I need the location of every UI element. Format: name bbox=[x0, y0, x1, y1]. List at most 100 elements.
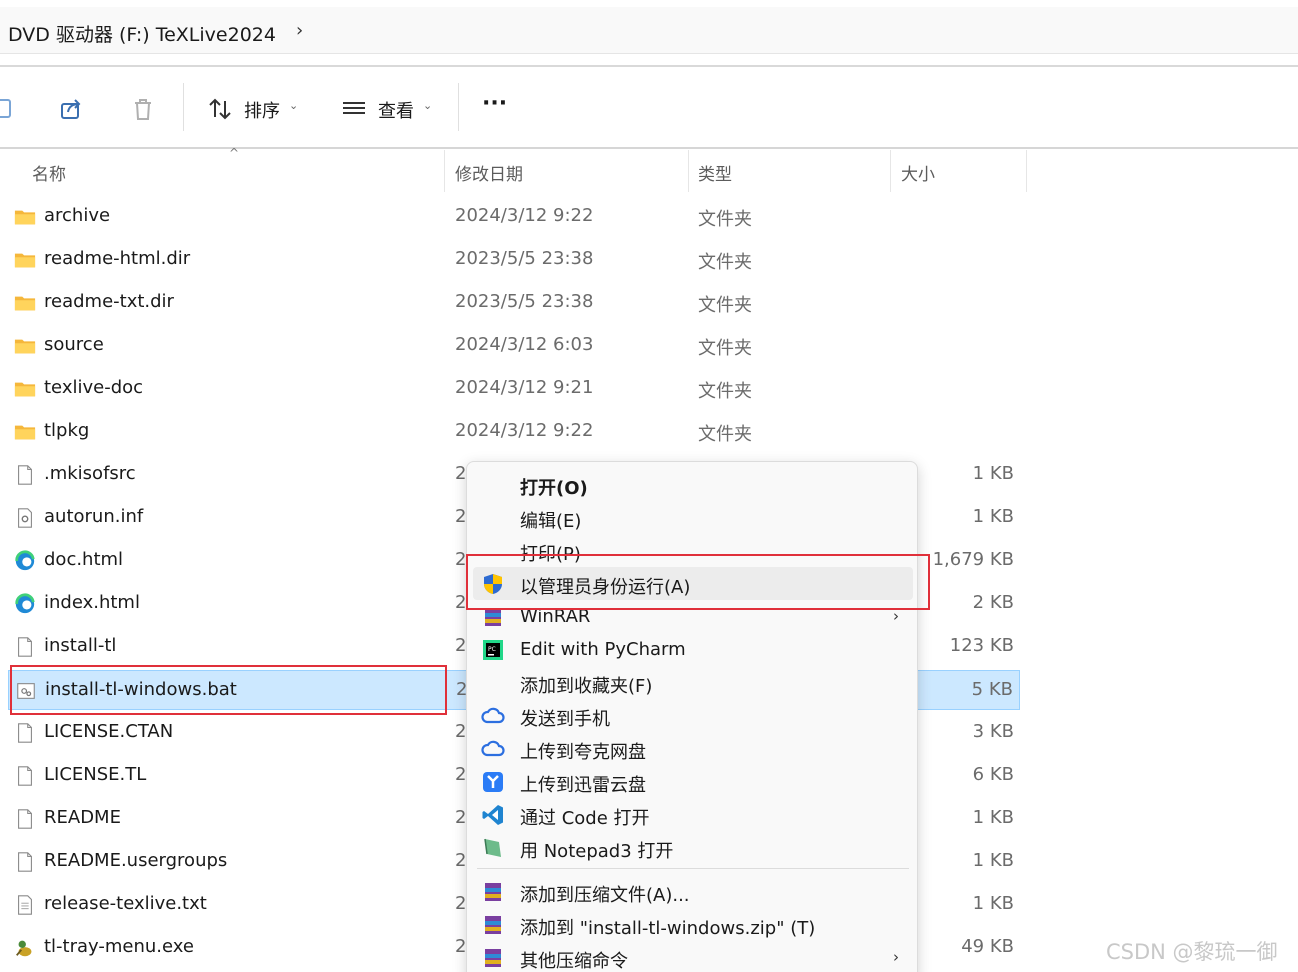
toolbar-divider bbox=[183, 83, 184, 131]
file-size: 6 KB bbox=[972, 764, 1014, 785]
edge-icon bbox=[15, 593, 35, 614]
file-date: 2 bbox=[455, 635, 467, 656]
file-type: 文件夹 bbox=[698, 338, 752, 359]
menu-item[interactable]: 添加到压缩文件(A)... bbox=[473, 875, 913, 908]
file-date: 2024/3/12 9:21 bbox=[455, 377, 594, 398]
menu-item-label: 打开(O) bbox=[520, 478, 588, 499]
file-name: LICENSE.CTAN bbox=[44, 721, 174, 742]
menu-item-label: 用 Notepad3 打开 bbox=[520, 841, 674, 862]
chevron-right-icon: › bbox=[893, 948, 899, 966]
folder-icon bbox=[14, 339, 36, 354]
file-date: 2 bbox=[455, 936, 467, 957]
column-date[interactable]: 修改日期 bbox=[455, 160, 523, 185]
file-row[interactable]: archive 2024/3/12 9:22 文件夹 bbox=[8, 197, 1020, 237]
pycharm-icon: PC bbox=[483, 640, 503, 660]
file-size: 1 KB bbox=[972, 893, 1014, 914]
sort-button[interactable]: 排序 bbox=[244, 97, 280, 123]
file-size: 1 KB bbox=[972, 850, 1014, 871]
sort-icon[interactable] bbox=[206, 95, 234, 123]
winrar-icon bbox=[485, 883, 501, 901]
winrar-icon bbox=[485, 949, 501, 967]
notepad3-icon bbox=[484, 838, 501, 857]
folder-icon bbox=[14, 210, 36, 225]
menu-item-label: 添加到收藏夹(F) bbox=[520, 676, 653, 697]
more-options-button[interactable]: ··· bbox=[482, 91, 507, 116]
column-separator[interactable] bbox=[1026, 150, 1027, 192]
svg-text:PC: PC bbox=[488, 646, 496, 653]
menu-item-label: 其他压缩命令 bbox=[520, 951, 628, 972]
view-button[interactable]: 查看 bbox=[378, 97, 414, 123]
file-type: 文件夹 bbox=[698, 424, 752, 445]
address-bar-area: DVD 驱动器 (F:) TeXLive2024 › bbox=[0, 0, 1298, 58]
menu-item-label: 上传到迅雷云盘 bbox=[520, 775, 646, 796]
chevron-down-icon[interactable]: ⌄ bbox=[423, 99, 432, 112]
menu-item[interactable]: 用 Notepad3 打开 bbox=[473, 831, 913, 864]
file-date: 2 bbox=[455, 463, 467, 484]
file-row[interactable]: tlpkg 2024/3/12 9:22 文件夹 bbox=[8, 412, 1020, 452]
file-name: tl-tray-menu.exe bbox=[44, 936, 194, 957]
menu-item[interactable]: 通过 Code 打开 bbox=[473, 798, 913, 831]
file-date: 2 bbox=[455, 893, 467, 914]
column-size[interactable]: 大小 bbox=[901, 160, 935, 185]
file-date: 2024/3/12 9:22 bbox=[455, 205, 594, 226]
menu-item[interactable]: 编辑(E) bbox=[473, 501, 913, 534]
menu-item[interactable]: 打开(O) bbox=[473, 468, 913, 501]
menu-item-label: 发送到手机 bbox=[520, 709, 610, 730]
file-name: doc.html bbox=[44, 549, 124, 570]
highlight-box-file bbox=[10, 665, 447, 715]
menu-item[interactable]: 上传到夸克网盘 bbox=[473, 732, 913, 765]
column-type[interactable]: 类型 bbox=[698, 160, 732, 185]
folder-icon bbox=[14, 253, 36, 268]
copy-icon[interactable] bbox=[0, 95, 20, 123]
file-name: archive bbox=[44, 205, 111, 226]
file-row[interactable]: readme-txt.dir 2023/5/5 23:38 文件夹 bbox=[8, 283, 1020, 323]
sort-ascending-icon: ^ bbox=[229, 146, 240, 160]
breadcrumb-chevron-icon[interactable]: › bbox=[296, 20, 303, 41]
file-size: 123 KB bbox=[949, 635, 1014, 656]
file-icon bbox=[18, 852, 32, 872]
column-separator[interactable] bbox=[688, 150, 689, 192]
chevron-down-icon[interactable]: ⌄ bbox=[289, 99, 298, 112]
file-size: 1 KB bbox=[972, 807, 1014, 828]
column-name[interactable]: 名称 bbox=[32, 160, 66, 185]
share-icon[interactable] bbox=[57, 95, 85, 123]
file-date: 2 bbox=[455, 721, 467, 742]
column-separator[interactable] bbox=[444, 150, 445, 192]
folder-icon bbox=[14, 296, 36, 311]
settings-file-icon bbox=[18, 508, 32, 528]
menu-item[interactable]: PC Edit with PyCharm bbox=[473, 633, 913, 666]
menu-item[interactable]: 添加到 "install-tl-windows.zip" (T) bbox=[473, 908, 913, 941]
column-header: 名称 修改日期 类型 大小 bbox=[0, 150, 1298, 192]
column-separator[interactable] bbox=[890, 150, 891, 192]
quark-cloud-icon bbox=[481, 740, 505, 757]
file-row[interactable]: texlive-doc 2024/3/12 9:21 文件夹 bbox=[8, 369, 1020, 409]
view-icon[interactable] bbox=[341, 95, 369, 123]
file-size: 1,679 KB bbox=[932, 549, 1014, 570]
menu-item-label: Edit with PyCharm bbox=[520, 639, 686, 660]
file-row[interactable]: readme-html.dir 2023/5/5 23:38 文件夹 bbox=[8, 240, 1020, 280]
delete-icon[interactable] bbox=[129, 95, 157, 123]
file-icon bbox=[18, 723, 32, 743]
menu-item[interactable]: 上传到迅雷云盘 bbox=[473, 765, 913, 798]
toolbar-divider bbox=[458, 83, 459, 131]
highlight-box-run-as-admin bbox=[466, 554, 930, 610]
vscode-icon bbox=[482, 805, 503, 825]
file-name: index.html bbox=[44, 592, 140, 613]
file-date: 2024/3/12 9:22 bbox=[455, 420, 594, 441]
file-date: 2023/5/5 23:38 bbox=[455, 248, 594, 269]
file-name: README.usergroups bbox=[44, 850, 228, 871]
breadcrumb[interactable]: DVD 驱动器 (F:) TeXLive2024 bbox=[8, 20, 276, 47]
file-icon bbox=[18, 637, 32, 657]
text-file-icon bbox=[18, 895, 32, 915]
file-name: .mkisofsrc bbox=[44, 463, 136, 484]
menu-item[interactable]: 其他压缩命令 › bbox=[473, 941, 913, 972]
quark-cloud-icon bbox=[481, 707, 505, 724]
file-row[interactable]: source 2024/3/12 6:03 文件夹 bbox=[8, 326, 1020, 366]
menu-item-label: 添加到 "install-tl-windows.zip" (T) bbox=[520, 918, 816, 939]
file-icon bbox=[18, 809, 32, 829]
file-size: 49 KB bbox=[961, 936, 1014, 957]
menu-item[interactable]: 添加到收藏夹(F) bbox=[473, 666, 913, 699]
menu-item[interactable]: 发送到手机 bbox=[473, 699, 913, 732]
file-name: LICENSE.TL bbox=[44, 764, 147, 785]
file-date: 2 bbox=[455, 506, 467, 527]
